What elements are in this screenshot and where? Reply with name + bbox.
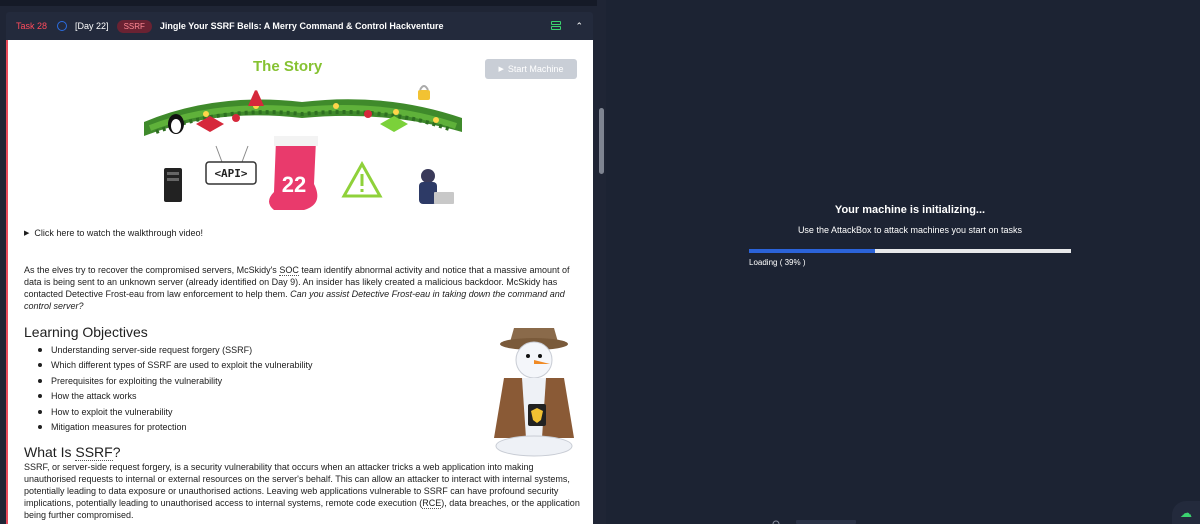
play-icon: ▶ — [498, 66, 504, 73]
machine-init-title: Your machine is initializing... — [834, 204, 986, 216]
list-item: Mitigation measures for protection — [38, 420, 312, 436]
machine-init-subtitle: Use the AttackBox to attack machines you… — [797, 225, 1023, 235]
list-item: How the attack works — [38, 389, 312, 405]
top-strip — [0, 0, 600, 6]
learning-objectives-list: Understanding server-side request forger… — [38, 342, 312, 435]
task-title: Jingle Your SSRF Bells: A Merry Command … — [159, 21, 444, 31]
scrollbar-thumb[interactable] — [599, 108, 604, 174]
triangle-right-icon: ▶ — [24, 230, 30, 237]
scrollbar-track[interactable] — [597, 0, 606, 524]
heading-suffix: ? — [112, 444, 121, 460]
cloud-upload-icon[interactable]: ☁ — [1172, 501, 1200, 524]
list-item: How to exploit the vulnerability — [38, 404, 312, 420]
start-machine-label: Start Machine — [507, 64, 564, 74]
learning-objectives-heading: Learning Objectives — [24, 324, 148, 340]
task-number: Task 28 — [16, 21, 48, 31]
soc-abbr: SOC — [279, 265, 299, 276]
list-item: Which different types of SSRF are used t… — [38, 358, 312, 374]
stocking-number: 22 — [282, 172, 306, 197]
machine-panel: Your machine is initializing... Use the … — [606, 0, 1200, 524]
rce-abbr: RCE — [422, 498, 442, 509]
api-label: <API> — [214, 167, 247, 180]
task-panel: Task 28 [Day 22] SSRF Jingle Your SSRF B… — [0, 0, 606, 524]
task-actions: ⌃ — [551, 21, 583, 32]
what-is-ssrf-paragraph: SSRF, or server-side request forgery, is… — [24, 461, 580, 521]
story-title: The Story — [253, 58, 323, 75]
circle-icon — [57, 21, 68, 31]
intro-text: As the elves try to recover the compromi… — [24, 265, 280, 275]
story-intro: As the elves try to recover the compromi… — [24, 264, 572, 312]
detective-snowman-image — [494, 328, 574, 457]
stack-icon[interactable] — [551, 21, 562, 31]
bottom-toolbar-strip — [772, 520, 856, 524]
task-header[interactable]: Task 28 [Day 22] SSRF Jingle Your SSRF B… — [6, 12, 593, 40]
start-machine-button[interactable]: ▶ Start Machine — [485, 59, 577, 79]
chevron-up-icon[interactable]: ⌃ — [575, 21, 583, 32]
list-item: Understanding server-side request forger… — [38, 342, 312, 358]
loading-progress-fill — [749, 249, 875, 253]
heading-prefix: What Is — [24, 444, 76, 460]
what-is-ssrf-heading: What Is SSRF? — [24, 444, 121, 461]
task-day: [Day 22] — [75, 21, 109, 31]
loading-label: Loading ( 39% ) — [749, 258, 806, 267]
walkthrough-label: Click here to watch the walkthrough vide… — [34, 228, 203, 238]
task-content: The Story ▶ Start Machine <API> 22 ▶ Cli… — [6, 40, 593, 524]
story-banner-image: <API> 22 — [144, 85, 462, 210]
loading-progress-bar — [749, 249, 1071, 253]
task-badge: SSRF — [116, 19, 152, 33]
walkthrough-toggle[interactable]: ▶ Click here to watch the walkthrough vi… — [24, 228, 203, 238]
list-item: Prerequisites for exploiting the vulnera… — [38, 373, 312, 389]
ssrf-abbr: SSRF — [75, 444, 113, 461]
